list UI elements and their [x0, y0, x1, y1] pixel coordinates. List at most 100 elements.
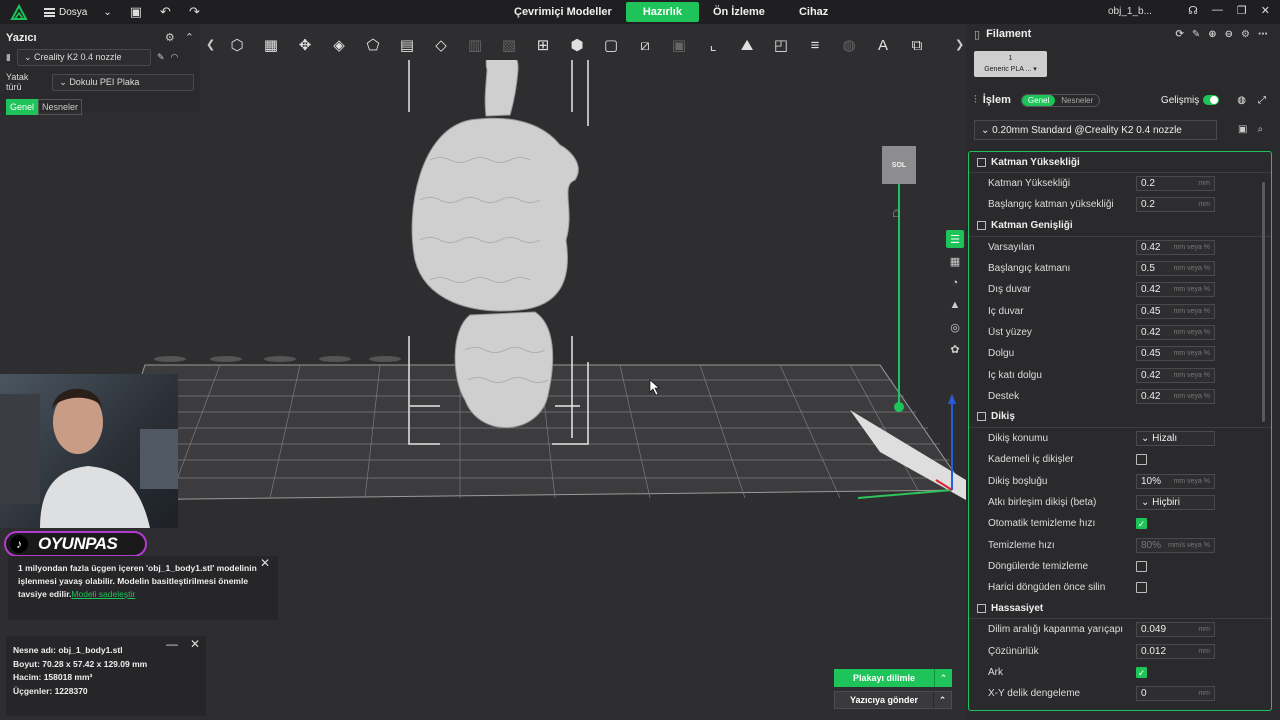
color-paint-icon[interactable]: ◍ [836, 33, 862, 57]
speed-icon[interactable]: ◔ [946, 274, 964, 292]
bed-type-select[interactable]: ⌄ Dokulu PEI Plaka [52, 73, 194, 91]
minimize-icon[interactable]: — [1212, 4, 1223, 17]
arc-checkbox[interactable]: ✓ [1136, 667, 1147, 679]
internal-solid-field[interactable]: 0.42 mm veya % [1136, 367, 1215, 383]
setting-label: İç katı dolgu [988, 369, 1042, 381]
move-icon[interactable]: ✥ [292, 33, 318, 57]
filament-slot[interactable]: 1 Generic PLA ... ▾ [974, 51, 1047, 77]
headset-icon[interactable]: ☊ [1188, 4, 1198, 17]
close-icon[interactable]: ✕ [1261, 4, 1270, 17]
pill-general[interactable]: Genel [1021, 94, 1056, 106]
setting-row: Harici döngüden önce silin [969, 577, 1271, 598]
add-icon[interactable]: ⊕ [1208, 29, 1216, 40]
more-icon[interactable]: ⋯ [1258, 29, 1268, 40]
wipe-speed-field[interactable]: 80% mm/s veya % [1136, 537, 1215, 553]
plate-grid-icon[interactable]: ▦ [258, 33, 284, 57]
slice-plate-button[interactable]: Plakayı dilimle ⌃ [834, 669, 952, 687]
box-icon[interactable]: ▢ [598, 33, 624, 57]
top-surface-field[interactable]: 0.42 mm veya % [1136, 324, 1215, 340]
text-icon[interactable]: A [870, 33, 896, 57]
split-parts-icon[interactable]: ▧ [496, 33, 522, 57]
sync-icon[interactable]: ⟳ [1175, 29, 1183, 40]
gear-icon[interactable]: ⚙ [1241, 29, 1250, 40]
remove-icon[interactable]: ⊖ [1225, 29, 1233, 40]
redo-icon[interactable]: ↷ [189, 4, 200, 20]
restore-icon[interactable]: ❐ [1237, 4, 1247, 17]
compare-icon[interactable]: ◍ [1237, 95, 1246, 106]
tab-preview[interactable]: Ön İzleme [705, 2, 773, 22]
layers-icon[interactable]: ☰ [946, 230, 964, 248]
chevron-up-icon[interactable]: ⌃ [933, 691, 951, 709]
assembly-icon[interactable]: ⧉ [904, 33, 930, 57]
tab-device[interactable]: Cihaz [791, 2, 836, 22]
simplify-model-link[interactable]: Modeli sadeleştir [71, 589, 135, 599]
initial-layer-width-field[interactable]: 0.5 mm veya % [1136, 261, 1215, 277]
field-unit: mm [1198, 201, 1210, 209]
support-icon[interactable]: ▲ [946, 296, 964, 314]
seam-position-select[interactable]: ⌄ Hizalı [1136, 431, 1215, 447]
wipe-loops-checkbox[interactable] [1136, 560, 1147, 572]
layer-height-field[interactable]: 0.2 mm [1136, 176, 1215, 192]
cut-icon[interactable]: ⧄ [632, 33, 658, 57]
default-width-field[interactable]: 0.42 mm veya % [1136, 239, 1215, 255]
infill-field[interactable]: 0.45 mm veya % [1136, 346, 1215, 362]
initial-layer-height-field[interactable]: 0.2 mm [1136, 197, 1215, 213]
arrange-icon[interactable]: ▤ [394, 33, 420, 57]
outer-wall-field[interactable]: 0.42 mm veya % [1136, 282, 1215, 298]
pill-objects[interactable]: Nesneler [1055, 95, 1099, 106]
target-icon[interactable]: ◎ [946, 318, 964, 336]
field-unit: mm veya % [1173, 350, 1210, 358]
edit-icon[interactable]: ✎ [157, 52, 165, 63]
staggered-seams-checkbox[interactable] [1136, 454, 1147, 466]
file-menu-button[interactable]: Dosya ⌄ [44, 7, 112, 18]
advanced-toggle[interactable] [1203, 95, 1220, 105]
wifi-icon[interactable]: ◠ [171, 52, 179, 63]
seam-paint-icon[interactable]: ◰ [768, 33, 794, 57]
process-preset-select[interactable]: ⌄ 0.20mm Standard @Creality K2 0.4 nozzl… [974, 120, 1217, 140]
slice-closing-radius-field[interactable]: 0.049 mm [1136, 622, 1215, 638]
variable-layer-icon[interactable]: ≡ [802, 33, 828, 57]
wipe-before-external-checkbox[interactable] [1136, 582, 1147, 594]
scale-icon[interactable]: ⊞ [530, 33, 556, 57]
send-to-printer-button[interactable]: Yazıcıya gönder ⌃ [834, 691, 952, 709]
xy-hole-comp-field[interactable]: 0 mm [1136, 686, 1215, 702]
add-cube-icon[interactable]: ⬡ [224, 33, 250, 57]
expand-icon[interactable]: ⤢ [1258, 95, 1266, 106]
save-icon[interactable]: ▣ [1238, 124, 1247, 135]
chevron-up-icon[interactable]: ⌃ [934, 669, 952, 687]
close-icon[interactable]: ✕ [260, 557, 270, 570]
tree-icon[interactable]: ✿ [946, 340, 964, 358]
scarf-seam-select[interactable]: ⌄ Hiçbiri [1136, 495, 1215, 510]
segment-objects[interactable]: Nesneler [38, 99, 83, 115]
rotate-icon[interactable]: ⬢ [564, 33, 590, 57]
measure-icon[interactable]: ⌞ [700, 33, 726, 57]
grid-icon[interactable]: ▦ [946, 252, 964, 270]
split-icon[interactable]: ▥ [462, 33, 488, 57]
tab-online-models[interactable]: Çevrimiçi Modeller [506, 2, 620, 22]
support-paint-icon[interactable]: ⛰ [734, 33, 760, 57]
seam-gap-field[interactable]: 10% mm veya % [1136, 473, 1215, 489]
close-icon[interactable]: ✕ [190, 637, 200, 652]
object-volume: Hacim: 158018 mm³ [13, 672, 93, 682]
inner-wall-field[interactable]: 0.45 mm veya % [1136, 303, 1215, 319]
collapse-icon[interactable]: ⌃ [185, 31, 194, 44]
mesh-boolean-icon[interactable]: ▣ [666, 33, 692, 57]
settings-scrollbar[interactable] [1262, 182, 1265, 422]
auto-orient-icon[interactable]: ⬠ [360, 33, 386, 57]
orient-icon[interactable]: ◈ [326, 33, 352, 57]
view-cube[interactable]: SOL [882, 146, 916, 184]
support-field[interactable]: 0.42 mm veya % [1136, 388, 1215, 404]
printer-select[interactable]: ⌄ Creality K2 0.4 nozzle [16, 49, 151, 66]
search-icon[interactable]: ⌕ [1257, 124, 1263, 135]
segment-general[interactable]: Genel [6, 99, 39, 115]
resolution-field[interactable]: 0.012 mm [1136, 643, 1215, 659]
lay-flat-icon[interactable]: ◇ [428, 33, 454, 57]
gear-icon[interactable]: ⚙ [165, 31, 175, 44]
minimize-icon[interactable]: — [166, 637, 178, 652]
tab-prepare[interactable]: Hazırlık [625, 2, 699, 22]
home-view-icon[interactable]: ⌂ [892, 204, 900, 220]
auto-wipe-speed-checkbox[interactable]: ✓ [1136, 518, 1147, 530]
undo-icon[interactable]: ↶ [160, 4, 171, 20]
save-icon[interactable]: ▣ [130, 4, 142, 20]
brush-icon[interactable]: ✎ [1192, 29, 1200, 40]
